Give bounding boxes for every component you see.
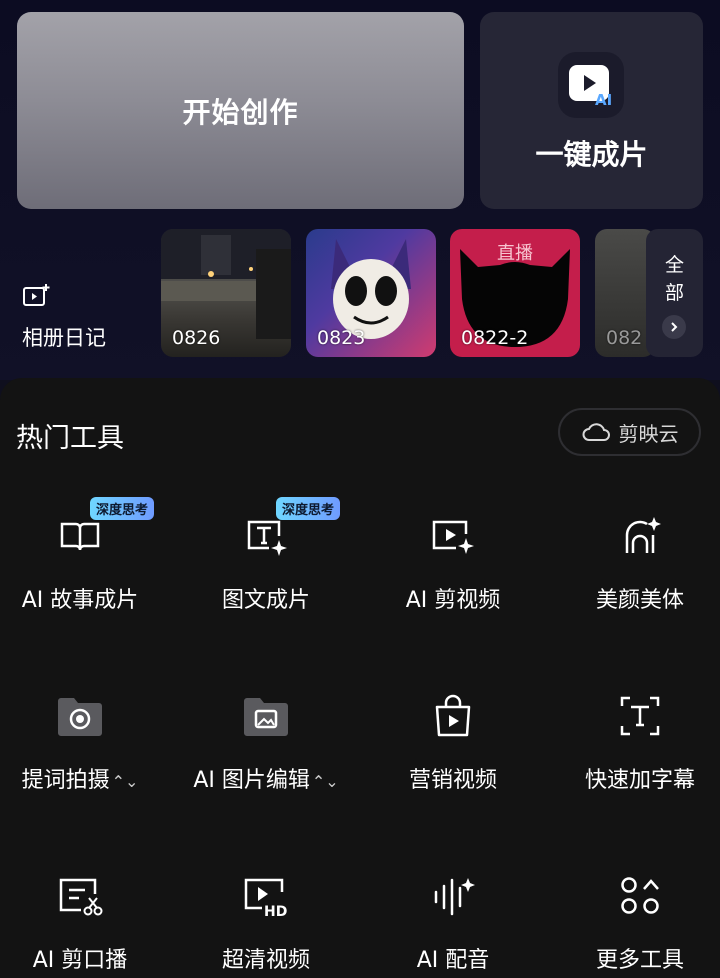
- start-creating-label: 开始创作: [182, 95, 299, 129]
- one-click-video-label: 一键成片: [535, 138, 648, 171]
- deep-think-badge: 深度思考: [276, 497, 341, 520]
- expand-icon: ⌃⌄: [111, 772, 139, 791]
- caption-cut-icon: [54, 870, 106, 922]
- deep-think-badge: 深度思考: [90, 497, 155, 520]
- cloud-button[interactable]: 剪映云: [558, 408, 701, 456]
- teleprompter-folder-icon: [54, 690, 106, 742]
- play-sparkle-icon: [427, 510, 479, 562]
- view-all-button[interactable]: 全 部: [646, 229, 703, 357]
- image-folder-icon: [240, 690, 292, 742]
- more-grid-icon: [614, 870, 666, 922]
- hd-video-icon: HD: [240, 870, 292, 922]
- draft-thumbnail[interactable]: 0823: [306, 229, 436, 357]
- cloud-icon: [582, 423, 610, 441]
- subtitle-icon: [614, 690, 666, 742]
- tool-label: 营销视频: [408, 768, 497, 793]
- one-click-video-card[interactable]: AI 一键成片: [480, 12, 703, 209]
- live-tag: 直播: [497, 243, 533, 264]
- tool-label: AI 剪口播: [32, 948, 128, 973]
- draft-thumbnail[interactable]: 直播 0822-2: [450, 229, 580, 357]
- draft-date-label: 0822-2: [461, 327, 529, 349]
- draft-date-label: 0823: [317, 327, 366, 349]
- album-diary-label: 相册日记: [22, 326, 106, 350]
- voice-wave-icon: [427, 870, 479, 922]
- album-diary-button[interactable]: 相册日记: [22, 282, 132, 352]
- chevron-right-icon: [662, 315, 686, 339]
- face-sparkle-icon: [614, 510, 666, 562]
- svg-text:AI: AI: [595, 91, 612, 109]
- tool-label: AI 图片编辑 ⌃⌄: [193, 768, 339, 793]
- hot-tools-panel: 热门工具 剪映云 深度思考 AI 故事成片 深度思考 图文成片 AI 剪视频 美…: [0, 378, 720, 978]
- hot-tools-title: 热门工具: [16, 423, 124, 454]
- tool-label: 超清视频: [221, 948, 310, 973]
- draft-thumbnail[interactable]: 0826: [161, 229, 291, 357]
- view-all-label: 全 部: [664, 254, 684, 304]
- tool-label: AI 配音: [416, 948, 490, 973]
- tool-label: AI 故事成片: [21, 588, 139, 613]
- tool-label: 图文成片: [221, 588, 310, 613]
- tool-label: AI 剪视频: [405, 588, 501, 613]
- ai-video-icon: AI: [558, 52, 624, 118]
- tool-label: 快速加字幕: [584, 768, 695, 793]
- expand-icon: ⌃⌄: [311, 772, 339, 791]
- draft-date-label: 0826: [172, 327, 221, 349]
- cloud-label: 剪映云: [618, 421, 679, 446]
- tool-label: 更多工具: [595, 948, 684, 973]
- tool-label: 美颜美体: [595, 588, 684, 613]
- album-plus-icon: [22, 284, 52, 312]
- svg-text:HD: HD: [264, 904, 287, 918]
- shopping-bag-icon: [427, 690, 479, 742]
- draft-date-label: 082: [606, 327, 643, 349]
- start-creating-card[interactable]: 开始创作: [17, 12, 464, 209]
- tool-label: 提词拍摄 ⌃⌄: [21, 768, 139, 793]
